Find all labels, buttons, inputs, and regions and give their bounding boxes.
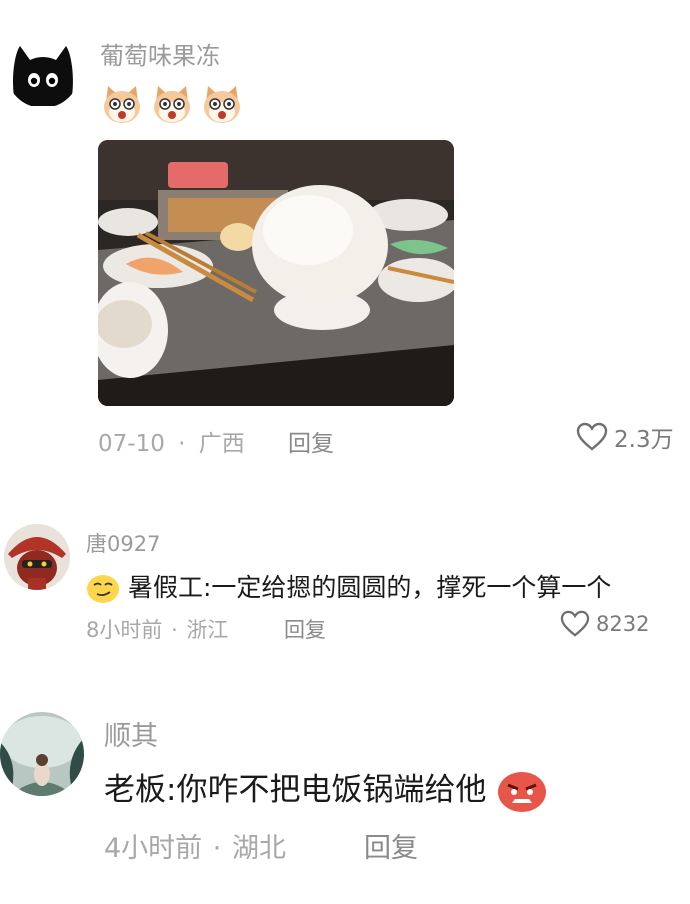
meta-separator: · bbox=[171, 618, 178, 642]
comment-text: 老板:你咋不把电饭锅端给他 bbox=[104, 764, 548, 814]
comment-meta: 8小时前 · 浙江 bbox=[86, 614, 228, 644]
comment-item: 唐0927 暑假工:一定给摁的圆圆的，撑死一个算一个 8小时前 · 浙江 回复 … bbox=[0, 470, 690, 670]
avatar[interactable] bbox=[0, 712, 84, 796]
comment-location: 湖北 bbox=[231, 833, 286, 864]
comment-location: 广西 bbox=[198, 431, 245, 457]
angry-face-emoji-icon bbox=[498, 771, 547, 812]
comment-meta: 07-10 · 广西 bbox=[98, 424, 245, 458]
comment-time: 8小时前 bbox=[86, 618, 163, 642]
heart-icon bbox=[560, 610, 590, 637]
comment-text: 暑假工:一定给摁的圆圆的，撑死一个算一个 bbox=[86, 568, 611, 604]
like-count: 8232 bbox=[596, 612, 650, 636]
crying-cat-emoji-icon bbox=[204, 86, 240, 123]
comment-time: 4小时前 bbox=[104, 833, 203, 864]
avatar[interactable] bbox=[4, 524, 70, 590]
reply-button[interactable]: 回复 bbox=[364, 826, 418, 865]
comment-photo[interactable] bbox=[98, 140, 454, 406]
username[interactable]: 顺其 bbox=[104, 714, 158, 753]
black-cat-avatar-icon bbox=[6, 34, 80, 108]
cave-photo-avatar-icon bbox=[0, 712, 84, 796]
comment-meta: 4小时前 · 湖北 bbox=[104, 826, 286, 865]
emoji-row bbox=[100, 82, 244, 126]
comment-date: 07-10 bbox=[98, 431, 165, 457]
crying-cat-emoji-icon bbox=[104, 86, 140, 123]
meta-separator: · bbox=[178, 431, 186, 457]
comment-location: 浙江 bbox=[186, 618, 229, 642]
comment-text-body: 老板:你咋不把电饭锅端给他 bbox=[104, 772, 487, 808]
crying-cat-emoji-icon bbox=[154, 86, 190, 123]
reply-button[interactable]: 回复 bbox=[288, 424, 334, 458]
comment-text-body: 暑假工:一定给摁的圆圆的，撑死一个算一个 bbox=[127, 573, 612, 602]
comment-item: 葡萄味果冻 07-10 · 广西 回复 2.3万 bbox=[0, 0, 690, 470]
avatar[interactable] bbox=[6, 34, 80, 108]
hotpot-table-rice-mound-photo-icon bbox=[98, 140, 454, 406]
comment-item: 顺其 老板:你咋不把电饭锅端给他 4小时前 · 湖北 回复 bbox=[0, 670, 690, 904]
smirk-face-emoji-icon bbox=[87, 575, 119, 603]
meta-separator: · bbox=[212, 833, 222, 864]
like-button[interactable]: 2.3万 bbox=[576, 420, 674, 454]
reply-button[interactable]: 回复 bbox=[284, 614, 326, 644]
like-count: 2.3万 bbox=[614, 427, 674, 453]
username[interactable]: 葡萄味果冻 bbox=[100, 36, 220, 71]
heart-icon bbox=[576, 422, 608, 451]
red-helmet-character-avatar-icon bbox=[4, 524, 70, 590]
like-button[interactable]: 8232 bbox=[560, 610, 649, 638]
username[interactable]: 唐0927 bbox=[86, 528, 160, 558]
